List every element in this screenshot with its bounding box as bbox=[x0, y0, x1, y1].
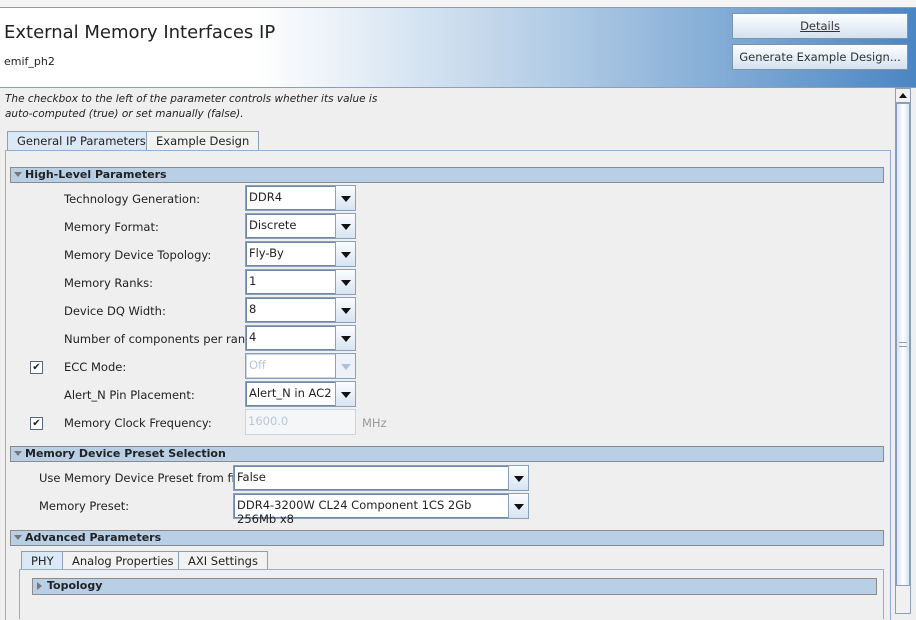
section-title: High-Level Parameters bbox=[25, 168, 167, 181]
dropdown-value: DDR4-3200W CL24 Component 1CS 2Gb 256Mb … bbox=[234, 494, 508, 526]
tab-phy[interactable]: PHY bbox=[21, 551, 64, 570]
param-dropdown[interactable]: DDR4 bbox=[245, 185, 356, 211]
section-advanced-parameters[interactable]: Advanced Parameters bbox=[10, 530, 884, 546]
chevron-down-icon[interactable] bbox=[335, 326, 355, 350]
section-title: Memory Device Preset Selection bbox=[25, 447, 226, 460]
arrow-up-icon bbox=[899, 93, 907, 98]
param-label: Memory Device Topology: bbox=[64, 248, 212, 262]
chevron-down-icon[interactable] bbox=[335, 270, 355, 294]
tab-general-ip-parameters[interactable]: General IP Parameters bbox=[7, 131, 156, 151]
param-dropdown[interactable]: Fly-By bbox=[245, 241, 356, 267]
param-dropdown[interactable]: Alert_N in AC2 bbox=[245, 381, 356, 407]
details-button[interactable]: Details bbox=[732, 13, 908, 39]
dropdown-value: Off bbox=[246, 354, 335, 378]
chevron-down-icon[interactable] bbox=[335, 382, 355, 406]
param-label: Memory Clock Frequency: bbox=[64, 416, 212, 430]
param-dropdown[interactable]: 1 bbox=[245, 269, 356, 295]
window-top-edge bbox=[0, 0, 916, 8]
param-dropdown: Off bbox=[245, 353, 356, 379]
section-memory-device-preset[interactable]: Memory Device Preset Selection bbox=[10, 446, 884, 462]
section-title: Advanced Parameters bbox=[25, 531, 162, 544]
expand-triangle-icon bbox=[37, 582, 42, 590]
chevron-down-icon[interactable] bbox=[335, 298, 355, 322]
dropdown-value: Discrete bbox=[246, 214, 335, 238]
param-label: Number of components per rank: bbox=[64, 332, 256, 346]
auto-compute-checkbox[interactable]: ✔ bbox=[30, 361, 43, 374]
chevron-down-icon[interactable] bbox=[508, 466, 528, 490]
details-label: Details bbox=[800, 19, 840, 33]
section-topology[interactable]: Topology bbox=[32, 578, 877, 595]
param-dropdown[interactable]: 4 bbox=[245, 325, 356, 351]
use-preset-label: Use Memory Device Preset from file: bbox=[39, 471, 249, 485]
scroll-up-button[interactable] bbox=[896, 89, 910, 103]
param-label: Memory Ranks: bbox=[64, 276, 154, 290]
memory-preset-label: Memory Preset: bbox=[39, 499, 130, 513]
dropdown-value: 8 bbox=[246, 298, 335, 322]
dropdown-value: 1 bbox=[246, 270, 335, 294]
page-title: External Memory Interfaces IP bbox=[4, 22, 276, 43]
param-label: ECC Mode: bbox=[64, 360, 127, 374]
dropdown-value: False bbox=[234, 466, 508, 490]
param-dropdown[interactable]: 8 bbox=[245, 297, 356, 323]
param-dropdown[interactable]: Discrete bbox=[245, 213, 356, 239]
scrollbar-thumb[interactable] bbox=[896, 103, 910, 586]
section-title: Topology bbox=[47, 579, 103, 592]
dropdown-value: Fly-By bbox=[246, 242, 335, 266]
unit-label: MHz bbox=[362, 416, 387, 430]
param-label: Alert_N Pin Placement: bbox=[64, 388, 195, 402]
use-preset-dropdown[interactable]: False bbox=[233, 465, 529, 491]
collapse-triangle-icon bbox=[14, 451, 22, 456]
param-label: Technology Generation: bbox=[64, 192, 201, 206]
memory-preset-dropdown[interactable]: DDR4-3200W CL24 Component 1CS 2Gb 256Mb … bbox=[233, 493, 529, 526]
auto-compute-checkbox[interactable]: ✔ bbox=[30, 417, 43, 430]
collapse-triangle-icon bbox=[14, 172, 22, 177]
dropdown-value: 4 bbox=[246, 326, 335, 350]
tab-analog-properties[interactable]: Analog Properties bbox=[62, 551, 184, 570]
param-label: Device DQ Width: bbox=[64, 304, 166, 318]
chevron-down-icon[interactable] bbox=[508, 494, 528, 518]
grip-icon bbox=[899, 342, 907, 347]
chevron-down-icon[interactable] bbox=[335, 214, 355, 238]
hint-text: The checkbox to the left of the paramete… bbox=[5, 92, 377, 122]
dropdown-value: Alert_N in AC2 bbox=[246, 382, 335, 406]
chevron-down-icon[interactable] bbox=[335, 186, 355, 210]
tab-example-design[interactable]: Example Design bbox=[146, 131, 260, 151]
chevron-down-icon bbox=[335, 354, 355, 378]
vertical-scrollbar[interactable] bbox=[895, 88, 911, 614]
tab-axi-settings[interactable]: AXI Settings bbox=[178, 551, 268, 570]
hint-line-1: The checkbox to the left of the paramete… bbox=[5, 93, 378, 105]
instance-name: emif_ph2 bbox=[4, 55, 55, 68]
dropdown-value: DDR4 bbox=[246, 186, 335, 210]
hint-line-2: auto-computed (true) or set manually (fa… bbox=[5, 108, 244, 120]
memory-clock-frequency-field: 1600.0 bbox=[245, 409, 356, 435]
collapse-triangle-icon bbox=[14, 535, 22, 540]
section-high-level-parameters[interactable]: High-Level Parameters bbox=[10, 167, 884, 183]
generate-example-design-button[interactable]: Generate Example Design... bbox=[732, 44, 908, 70]
chevron-down-icon[interactable] bbox=[335, 242, 355, 266]
param-label: Memory Format: bbox=[64, 220, 159, 234]
